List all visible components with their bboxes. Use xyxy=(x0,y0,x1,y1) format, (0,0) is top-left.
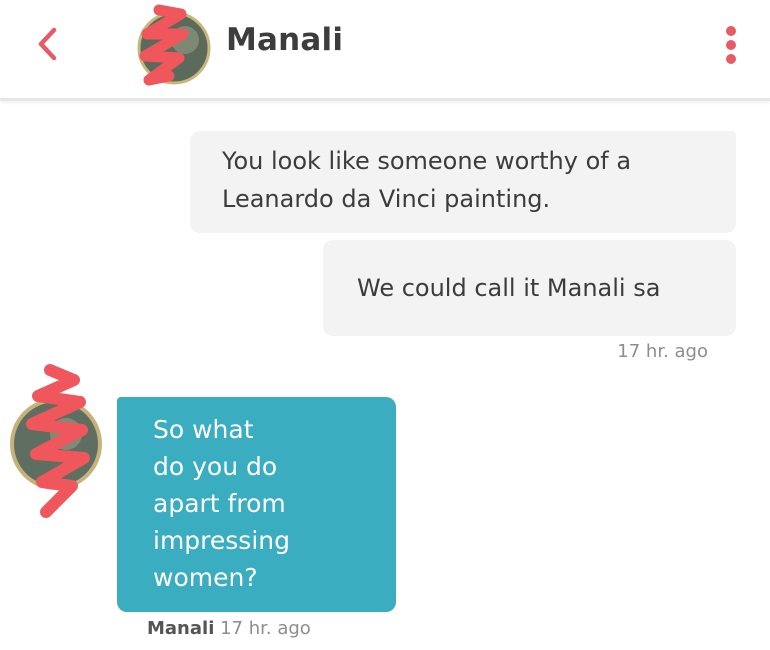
message-text-line: You look like someone worthy of a xyxy=(222,147,632,175)
incoming-message-bubble[interactable]: So what do you do apart from impressing … xyxy=(117,397,396,612)
message-text-line: women? xyxy=(153,563,258,592)
more-options-button[interactable] xyxy=(718,24,744,70)
message-text-line: do you do xyxy=(153,452,278,481)
message-text-line: apart from xyxy=(153,489,286,518)
avatar-image xyxy=(10,364,102,518)
avatar-image xyxy=(137,4,211,86)
incoming-timestamp: 17 hr. ago xyxy=(220,618,311,639)
vertical-dots-icon xyxy=(726,26,736,64)
chevron-left-icon xyxy=(38,27,57,61)
message-text: We could call it Manali sa xyxy=(357,274,661,302)
outgoing-message-bubble[interactable]: We could call it Manali sa xyxy=(323,240,736,336)
sender-name: Manali xyxy=(147,618,215,639)
contact-name[interactable]: Manali xyxy=(226,22,343,58)
contact-avatar[interactable] xyxy=(133,4,213,90)
message-text-line: impressing xyxy=(153,526,290,555)
message-text-line: So what xyxy=(153,415,254,444)
chat-header: Manali xyxy=(0,0,770,101)
back-button[interactable] xyxy=(30,22,70,66)
outgoing-message-bubble[interactable]: You look like someone worthy of a Leanar… xyxy=(190,131,736,233)
incoming-meta: Manali 17 hr. ago xyxy=(147,618,311,639)
message-text-line: Leanardo da Vinci painting. xyxy=(222,185,551,213)
outgoing-timestamp: 17 hr. ago xyxy=(617,341,708,362)
sender-avatar[interactable] xyxy=(2,362,110,534)
